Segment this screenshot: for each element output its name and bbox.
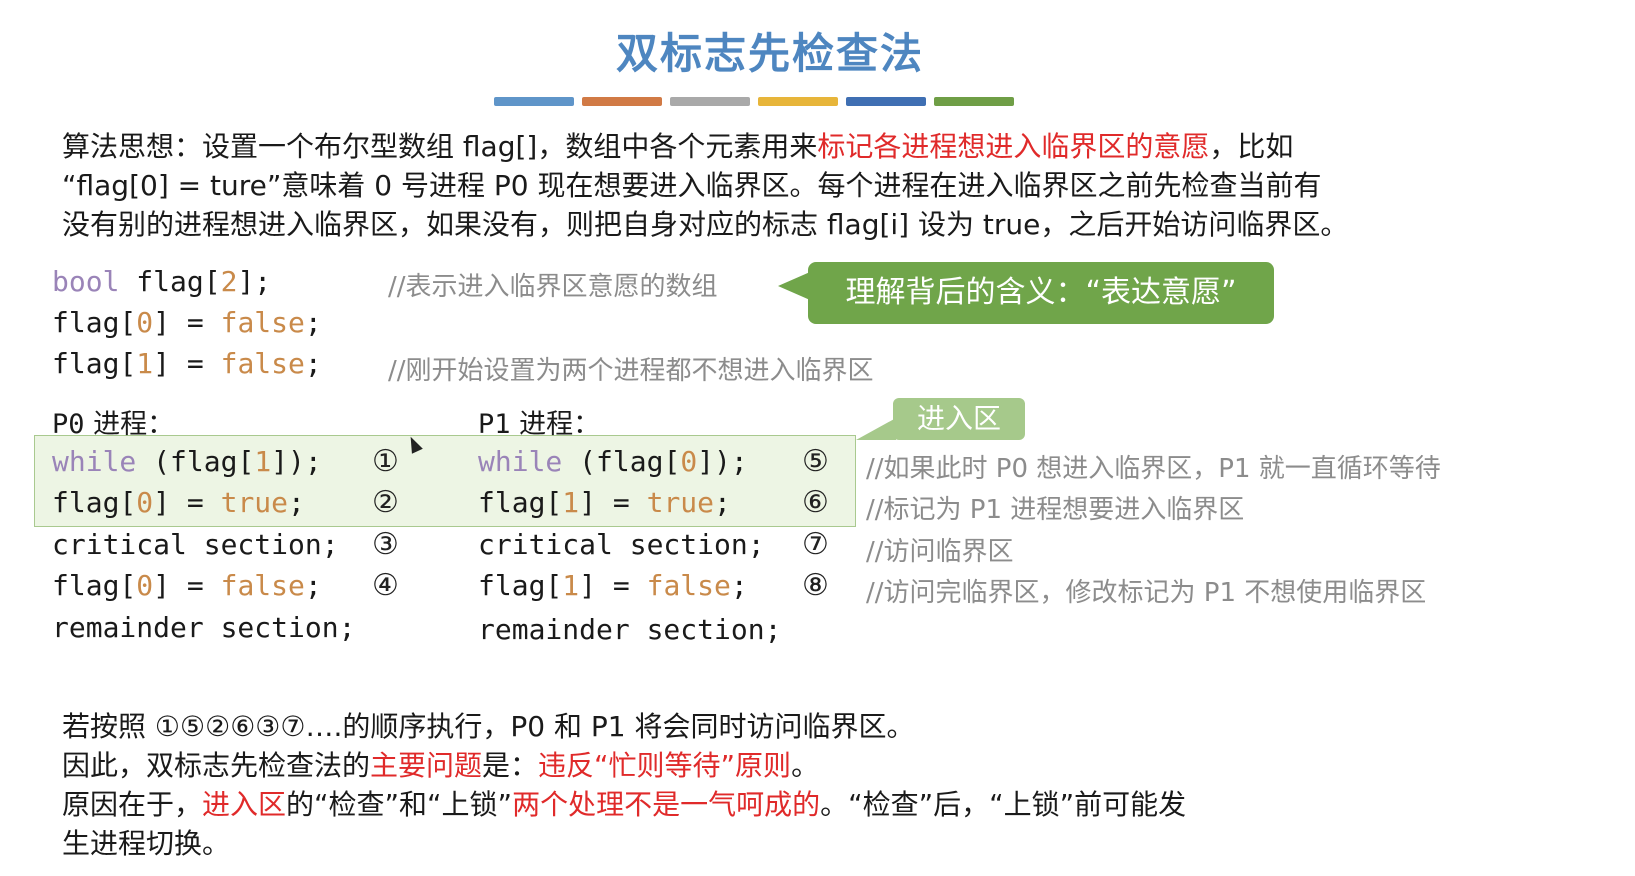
- p0-label: P0 进程：: [52, 409, 175, 440]
- p0-step-3: ③: [372, 527, 399, 562]
- comment-line-4: //访问完临界区，修改标记为 P1 不想使用临界区: [866, 578, 1427, 608]
- code-decl-comment-1: //表示进入临界区意愿的数组: [388, 272, 718, 302]
- p1-step-5: ⑤: [802, 444, 829, 479]
- intro-highlight: 标记各进程想进入临界区的意愿: [817, 130, 1210, 163]
- callout-pointer: [778, 272, 810, 300]
- p1-line-4: flag[1] = false;: [478, 569, 748, 602]
- p1-step-8: ⑧: [802, 568, 829, 603]
- p1-step-6: ⑥: [802, 485, 829, 520]
- p0-line-4: flag[0] = false;: [52, 569, 322, 602]
- conclusion-paragraph: 若按照 ①⑤②⑥③⑦….的顺序执行，P0 和 P1 将会同时访问临界区。 因此，…: [62, 707, 1542, 863]
- p1-line-5: remainder section;: [478, 613, 782, 646]
- entry-tag-pointer: [856, 418, 896, 440]
- meaning-callout: 理解背后的含义：“表达意愿”: [808, 262, 1274, 324]
- divider-segment-4: [758, 97, 838, 106]
- comment-line-3: //访问临界区: [866, 537, 1014, 567]
- p0-line-3: critical section;: [52, 528, 339, 561]
- p1-step-7: ⑦: [802, 527, 829, 562]
- divider-segment-6: [934, 97, 1014, 106]
- divider-segment-5: [846, 97, 926, 106]
- page-title: 双标志先检查法: [615, 29, 924, 78]
- p0-line-1: while (flag[1]);: [52, 445, 322, 478]
- divider-segment-1: [494, 97, 574, 106]
- intro-line-2: “flag[0] = ture”意味着 0 号进程 P0 现在想要进入临界区。每…: [62, 169, 1322, 202]
- entry-region-tag: 进入区: [893, 398, 1025, 440]
- p0-line-2: flag[0] = true;: [52, 486, 305, 519]
- code-decl-line-1: bool flag[2];: [52, 265, 272, 298]
- color-divider: [494, 97, 1014, 106]
- conclusion-line-2: 因此，双标志先检查法的主要问题是：违反“忙则等待”原则。: [62, 749, 820, 782]
- intro-line-3: 没有别的进程想进入临界区，如果没有，则把自身对应的标志 flag[i] 设为 t…: [62, 208, 1349, 241]
- p0-line-5: remainder section;: [52, 611, 356, 644]
- divider-segment-3: [670, 97, 750, 106]
- comment-line-1: //如果此时 P0 想进入临界区，P1 就一直循环等待: [866, 454, 1441, 484]
- comment-line-2: //标记为 P1 进程想要进入临界区: [866, 495, 1245, 525]
- conclusion-line-3: 原因在于，进入区的“检查”和“上锁”两个处理不是一气呵成的。“检查”后，“上锁”…: [62, 788, 1187, 821]
- code-decl-line-2: flag[0] = false;: [52, 306, 322, 339]
- divider-segment-2: [582, 97, 662, 106]
- p1-line-1: while (flag[0]);: [478, 445, 748, 478]
- p0-step-1: ①: [372, 444, 399, 479]
- intro-paragraph: 算法思想：设置一个布尔型数组 flag[]，数组中各个元素用来标记各进程想进入临…: [62, 127, 1562, 244]
- p1-label: P1 进程：: [478, 409, 601, 440]
- conclusion-line-1: 若按照 ①⑤②⑥③⑦….的顺序执行，P0 和 P1 将会同时访问临界区。: [62, 710, 915, 743]
- p0-step-4: ④: [372, 568, 399, 603]
- conclusion-line-4: 生进程切换。: [62, 827, 231, 860]
- code-decl-comment-3: //刚开始设置为两个进程都不想进入临界区: [388, 356, 874, 386]
- intro-line-1: 算法思想：设置一个布尔型数组 flag[]，数组中各个元素用来标记各进程想进入临…: [62, 130, 1294, 163]
- code-decl-line-3: flag[1] = false;: [52, 347, 322, 380]
- p1-line-3: critical section;: [478, 528, 765, 561]
- p0-step-2: ②: [372, 485, 399, 520]
- p1-line-2: flag[1] = true;: [478, 486, 731, 519]
